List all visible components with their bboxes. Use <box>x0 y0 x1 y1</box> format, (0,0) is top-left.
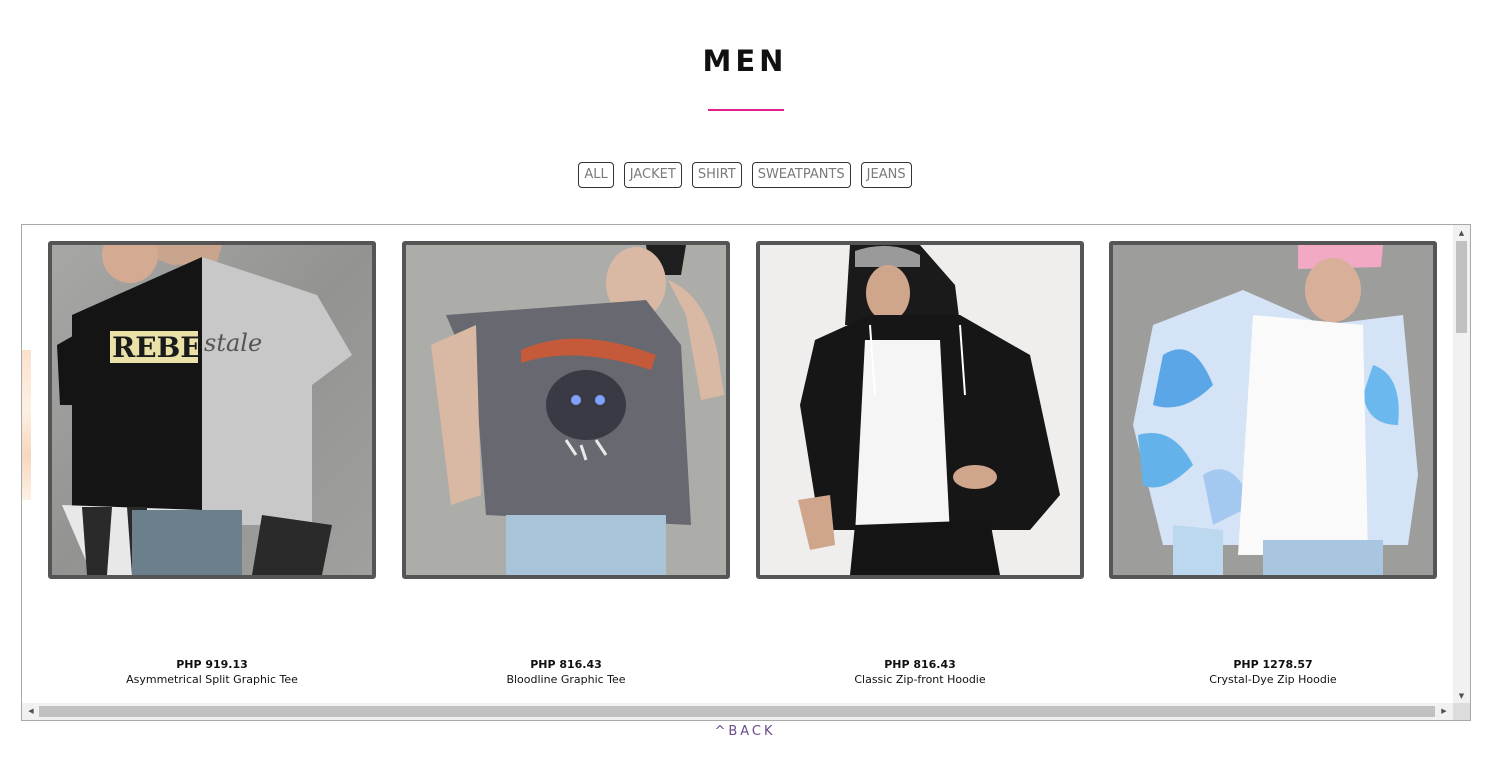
svg-text:stale: stale <box>204 329 262 357</box>
product-name[interactable]: Classic Zip-front Hoodie <box>756 673 1084 686</box>
title-underline <box>708 109 784 111</box>
product-image[interactable] <box>402 241 730 579</box>
scrollbar-corner <box>1453 703 1470 720</box>
filter-sweatpants-button[interactable]: SWEATPANTS <box>751 162 851 188</box>
product-image[interactable] <box>1109 241 1437 579</box>
product-name[interactable]: Asymmetrical Split Graphic Tee <box>48 673 376 686</box>
product-price: PHP 919.13 <box>176 658 248 671</box>
arrow-down-icon[interactable]: ▼ <box>1453 689 1470 703</box>
arrow-up-icon[interactable]: ▲ <box>1453 226 1470 240</box>
arrow-right-icon[interactable]: ▶ <box>1437 703 1451 720</box>
men-catalog-page: MEN ALL JACKET SHIRT SWEATPANTS JEANS RE… <box>0 0 1490 779</box>
svg-text:REBE: REBE <box>112 331 202 364</box>
product-name[interactable]: Bloodline Graphic Tee <box>402 673 730 686</box>
page-title: MEN <box>702 44 788 78</box>
product-gallery[interactable]: REBE stale PHP 919.13 Asymmetrical Split… <box>21 224 1471 721</box>
product-name[interactable]: Crystal-Dye Zip Hoodie <box>1109 673 1437 686</box>
product-price: PHP 1278.57 <box>1233 658 1313 671</box>
category-filter-bar: ALL JACKET SHIRT SWEATPANTS JEANS <box>0 162 1490 188</box>
product-image[interactable]: REBE stale <box>48 241 376 579</box>
product-image[interactable] <box>756 241 1084 579</box>
horizontal-scrollbar[interactable]: ◀ ▶ <box>22 703 1453 720</box>
product-price: PHP 816.43 <box>530 658 602 671</box>
vertical-scroll-thumb[interactable] <box>1456 241 1467 333</box>
filter-shirt-button[interactable]: SHIRT <box>691 162 742 188</box>
product-card[interactable]: REBE stale PHP 919.13 Asymmetrical Split… <box>48 241 376 686</box>
vertical-scrollbar[interactable]: ▲ ▼ <box>1453 225 1470 704</box>
back-link[interactable]: ^BACK <box>0 724 1490 739</box>
filter-all-button[interactable]: ALL <box>578 162 614 188</box>
product-price: PHP 816.43 <box>884 658 956 671</box>
arrow-left-icon[interactable]: ◀ <box>24 703 38 720</box>
filter-jeans-button[interactable]: JEANS <box>860 162 912 188</box>
product-card[interactable]: PHP 816.43 Bloodline Graphic Tee <box>402 241 730 686</box>
product-card[interactable]: PHP 816.43 Classic Zip-front Hoodie <box>756 241 1084 686</box>
filter-jacket-button[interactable]: JACKET <box>623 162 682 188</box>
horizontal-scroll-thumb[interactable] <box>39 706 1435 717</box>
previous-product-peek <box>22 350 31 500</box>
product-card[interactable]: PHP 1278.57 Crystal-Dye Zip Hoodie <box>1109 241 1437 686</box>
